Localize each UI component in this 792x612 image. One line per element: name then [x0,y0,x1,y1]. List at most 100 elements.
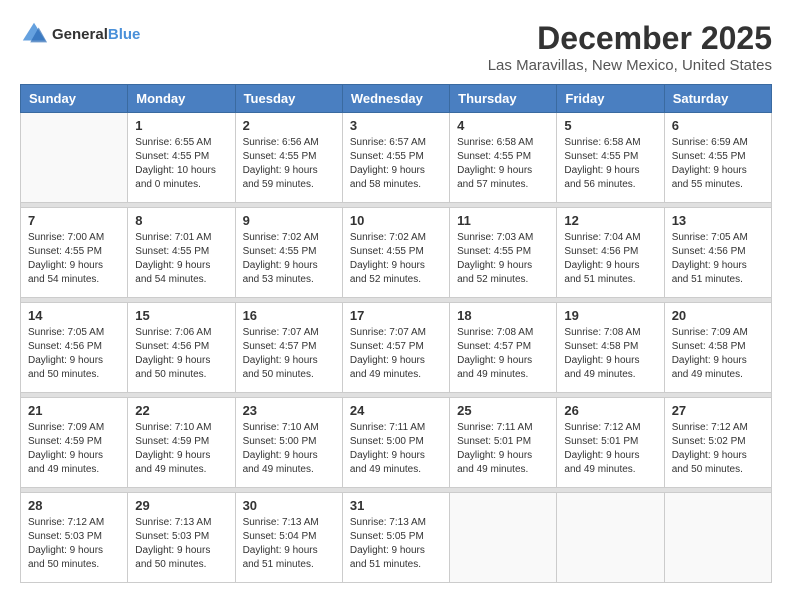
day-number: 8 [135,213,227,228]
calendar-day-cell [557,493,664,583]
day-info: Sunrise: 6:56 AMSunset: 4:55 PMDaylight:… [243,136,335,192]
calendar-day-cell: 20 Sunrise: 7:09 AMSunset: 4:58 PMDayligh… [664,303,771,393]
calendar-day-cell: 3 Sunrise: 6:57 AMSunset: 4:55 PMDaylight… [342,113,449,203]
day-info: Sunrise: 7:06 AMSunset: 4:56 PMDaylight:… [135,326,227,382]
logo-text: General Blue [52,26,140,43]
day-number: 6 [672,118,764,133]
calendar-day-cell: 24 Sunrise: 7:11 AMSunset: 5:00 PMDayligh… [342,398,449,488]
calendar-table: Sunday Monday Tuesday Wednesday Thursday… [20,84,772,583]
day-info: Sunrise: 7:12 AMSunset: 5:01 PMDaylight:… [564,421,656,477]
day-number: 24 [350,403,442,418]
day-info: Sunrise: 7:11 AMSunset: 5:00 PMDaylight:… [350,421,442,477]
calendar-day-cell: 23 Sunrise: 7:10 AMSunset: 5:00 PMDayligh… [235,398,342,488]
day-info: Sunrise: 6:55 AMSunset: 4:55 PMDaylight:… [135,136,227,192]
day-number: 29 [135,498,227,513]
day-info: Sunrise: 7:04 AMSunset: 4:56 PMDaylight:… [564,231,656,287]
header-monday: Monday [128,85,235,113]
calendar-day-cell: 10Sunrise: 7:02 AMSunset: 4:55 PMDayligh… [342,208,449,298]
calendar-day-cell: 11 Sunrise: 7:03 AMSunset: 4:55 PMDayligh… [450,208,557,298]
day-info: Sunrise: 7:11 AMSunset: 5:01 PMDaylight:… [457,421,549,477]
day-info: Sunrise: 7:05 AMSunset: 4:56 PMDaylight:… [28,326,120,382]
calendar-day-cell: 28 Sunrise: 7:12 AMSunset: 5:03 PMDayligh… [21,493,128,583]
day-info: Sunrise: 6:58 AMSunset: 4:55 PMDaylight:… [457,136,549,192]
day-info: Sunrise: 7:00 AMSunset: 4:55 PMDaylight:… [28,231,120,287]
header-saturday: Saturday [664,85,771,113]
day-info: Sunrise: 7:10 AMSunset: 4:59 PMDaylight:… [135,421,227,477]
calendar-day-cell: 19 Sunrise: 7:08 AMSunset: 4:58 PMDayligh… [557,303,664,393]
day-info: Sunrise: 7:08 AMSunset: 4:58 PMDaylight:… [564,326,656,382]
page-header: General Blue December 2025 Las Maravilla… [20,20,772,74]
day-number: 20 [672,308,764,323]
day-info: Sunrise: 7:09 AMSunset: 4:59 PMDaylight:… [28,421,120,477]
calendar-header-row: Sunday Monday Tuesday Wednesday Thursday… [21,85,772,113]
day-number: 17 [350,308,442,323]
day-info: Sunrise: 7:07 AMSunset: 4:57 PMDaylight:… [243,326,335,382]
calendar-day-cell: 5 Sunrise: 6:58 AMSunset: 4:55 PMDaylight… [557,113,664,203]
day-info: Sunrise: 7:12 AMSunset: 5:03 PMDaylight:… [28,516,120,572]
day-number: 13 [672,213,764,228]
day-number: 4 [457,118,549,133]
day-number: 1 [135,118,227,133]
day-number: 25 [457,403,549,418]
day-number: 26 [564,403,656,418]
day-number: 16 [243,308,335,323]
day-number: 2 [243,118,335,133]
day-number: 12 [564,213,656,228]
day-info: Sunrise: 7:13 AMSunset: 5:04 PMDaylight:… [243,516,335,572]
calendar-day-cell: 21Sunrise: 7:09 AMSunset: 4:59 PMDayligh… [21,398,128,488]
calendar-day-cell: 27Sunrise: 7:12 AMSunset: 5:02 PMDayligh… [664,398,771,488]
logo-general: General [52,26,108,43]
calendar-day-cell: 13 Sunrise: 7:05 AMSunset: 4:56 PMDayligh… [664,208,771,298]
calendar-week-row: 28 Sunrise: 7:12 AMSunset: 5:03 PMDayligh… [21,493,772,583]
day-info: Sunrise: 7:09 AMSunset: 4:58 PMDaylight:… [672,326,764,382]
day-number: 11 [457,213,549,228]
calendar-day-cell: 15 Sunrise: 7:06 AMSunset: 4:56 PMDayligh… [128,303,235,393]
calendar-day-cell: 29Sunrise: 7:13 AMSunset: 5:03 PMDayligh… [128,493,235,583]
calendar-week-row: 7 Sunrise: 7:00 AMSunset: 4:55 PMDaylight… [21,208,772,298]
title-area: December 2025 Las Maravillas, New Mexico… [488,20,772,74]
header-tuesday: Tuesday [235,85,342,113]
calendar-day-cell: 4 Sunrise: 6:58 AMSunset: 4:55 PMDaylight… [450,113,557,203]
day-info: Sunrise: 7:07 AMSunset: 4:57 PMDaylight:… [350,326,442,382]
calendar-day-cell: 17 Sunrise: 7:07 AMSunset: 4:57 PMDayligh… [342,303,449,393]
calendar-day-cell: 9 Sunrise: 7:02 AMSunset: 4:55 PMDaylight… [235,208,342,298]
day-number: 22 [135,403,227,418]
calendar-day-cell: 22 Sunrise: 7:10 AMSunset: 4:59 PMDayligh… [128,398,235,488]
calendar-day-cell: 31Sunrise: 7:13 AMSunset: 5:05 PMDayligh… [342,493,449,583]
calendar-day-cell: 8 Sunrise: 7:01 AMSunset: 4:55 PMDaylight… [128,208,235,298]
calendar-day-cell: 16 Sunrise: 7:07 AMSunset: 4:57 PMDayligh… [235,303,342,393]
day-number: 31 [350,498,442,513]
day-info: Sunrise: 7:02 AMSunset: 4:55 PMDaylight:… [243,231,335,287]
calendar-week-row: 1 Sunrise: 6:55 AMSunset: 4:55 PMDaylight… [21,113,772,203]
calendar-day-cell: 14 Sunrise: 7:05 AMSunset: 4:56 PMDayligh… [21,303,128,393]
day-info: Sunrise: 6:57 AMSunset: 4:55 PMDaylight:… [350,136,442,192]
calendar-day-cell [21,113,128,203]
calendar-day-cell [450,493,557,583]
day-number: 23 [243,403,335,418]
logo: General Blue [20,20,140,48]
header-sunday: Sunday [21,85,128,113]
day-number: 30 [243,498,335,513]
day-info: Sunrise: 7:03 AMSunset: 4:55 PMDaylight:… [457,231,549,287]
calendar-day-cell: 12 Sunrise: 7:04 AMSunset: 4:56 PMDayligh… [557,208,664,298]
day-info: Sunrise: 7:01 AMSunset: 4:55 PMDaylight:… [135,231,227,287]
header-wednesday: Wednesday [342,85,449,113]
day-number: 10 [350,213,442,228]
day-info: Sunrise: 7:05 AMSunset: 4:56 PMDaylight:… [672,231,764,287]
day-number: 14 [28,308,120,323]
day-number: 28 [28,498,120,513]
calendar-day-cell: 18Sunrise: 7:08 AMSunset: 4:57 PMDayligh… [450,303,557,393]
calendar-day-cell: 26 Sunrise: 7:12 AMSunset: 5:01 PMDayligh… [557,398,664,488]
day-number: 3 [350,118,442,133]
calendar-day-cell: 6Sunrise: 6:59 AMSunset: 4:55 PMDaylight… [664,113,771,203]
day-number: 19 [564,308,656,323]
day-number: 9 [243,213,335,228]
day-info: Sunrise: 7:10 AMSunset: 5:00 PMDaylight:… [243,421,335,477]
day-number: 5 [564,118,656,133]
day-number: 18 [457,308,549,323]
day-info: Sunrise: 6:58 AMSunset: 4:55 PMDaylight:… [564,136,656,192]
day-number: 15 [135,308,227,323]
calendar-day-cell: 2 Sunrise: 6:56 AMSunset: 4:55 PMDaylight… [235,113,342,203]
header-thursday: Thursday [450,85,557,113]
day-number: 7 [28,213,120,228]
